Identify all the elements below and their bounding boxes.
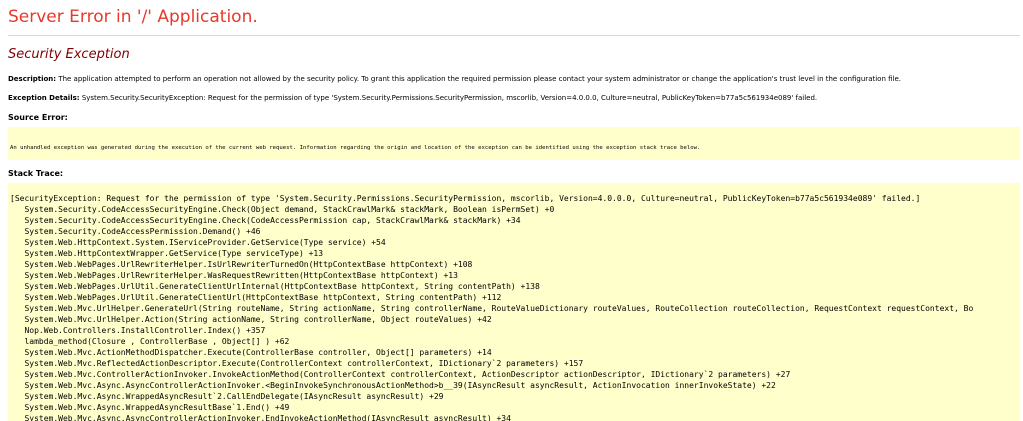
aspnet-error-page: Server Error in '/' Application. Securit… bbox=[0, 0, 1023, 421]
exception-details-text: System.Security.SecurityException: Reque… bbox=[81, 94, 818, 102]
stack-trace-text: [SecurityException: Request for the perm… bbox=[10, 194, 974, 421]
page-title: Server Error in '/' Application. bbox=[8, 7, 258, 27]
title-divider bbox=[8, 35, 1020, 36]
description-label: Description: bbox=[8, 75, 57, 83]
exception-subtitle: Security Exception bbox=[8, 47, 130, 62]
description-line: Description: The application attempted t… bbox=[8, 75, 1020, 84]
stack-trace-box: [SecurityException: Request for the perm… bbox=[8, 183, 1020, 421]
source-error-box: An unhandled exception was generated dur… bbox=[8, 127, 1020, 160]
source-error-label: Source Error: bbox=[8, 113, 68, 122]
source-error-text: An unhandled exception was generated dur… bbox=[10, 145, 701, 151]
exception-details-label: Exception Details: bbox=[8, 94, 80, 102]
description-text: The application attempted to perform an … bbox=[58, 75, 901, 83]
stack-trace-label: Stack Trace: bbox=[8, 169, 64, 178]
exception-details-line: Exception Details: System.Security.Secur… bbox=[8, 94, 1020, 103]
